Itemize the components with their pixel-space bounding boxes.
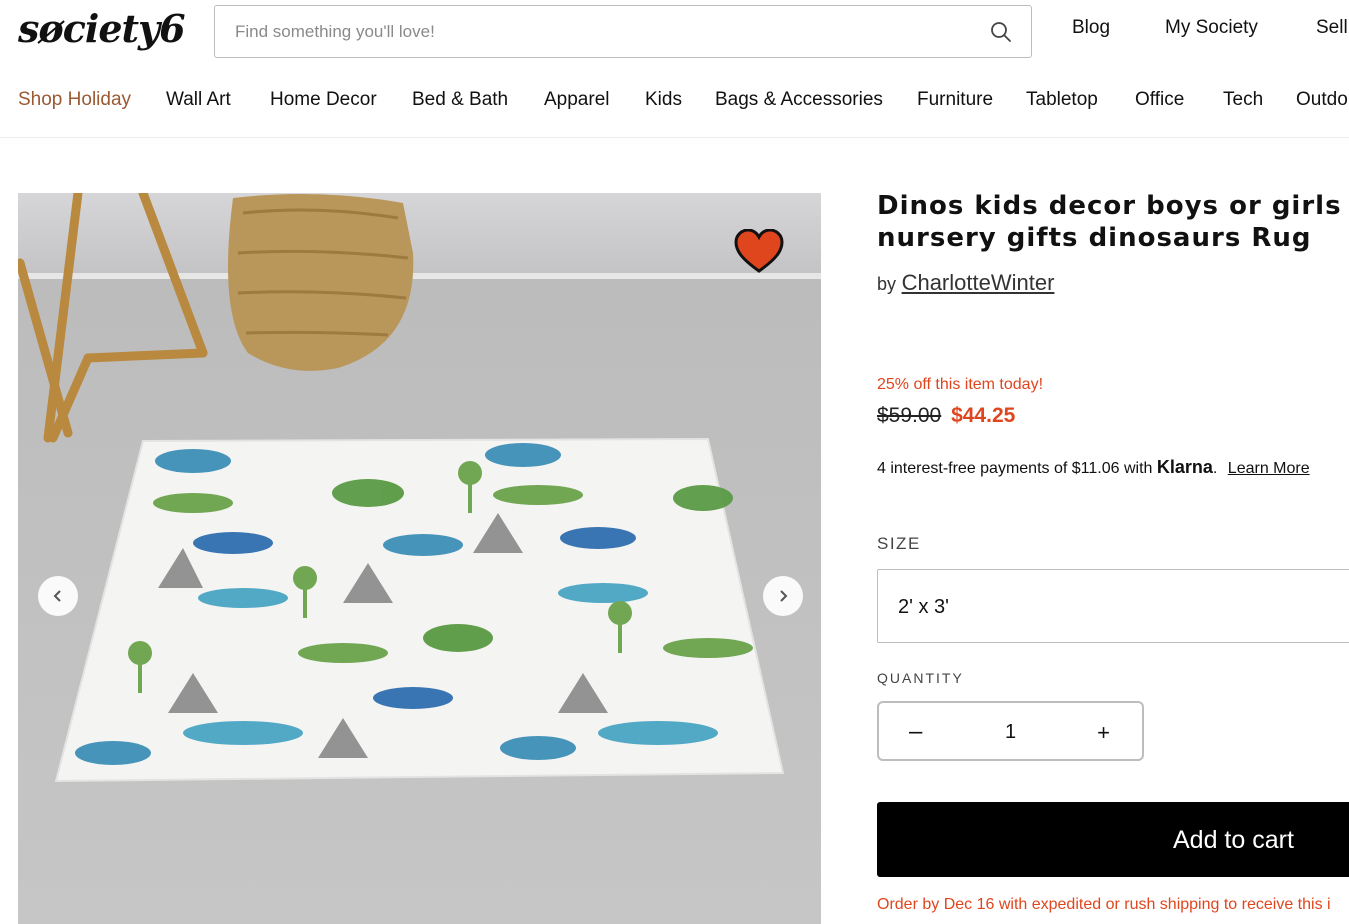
price-block: $59.00 $44.25 (877, 404, 1015, 428)
nav-item-home-decor[interactable]: Home Decor (270, 89, 377, 111)
artist-link[interactable]: CharlotteWinter (902, 270, 1055, 295)
product-image-gallery[interactable] (18, 193, 821, 924)
nav-item-tabletop[interactable]: Tabletop (1026, 89, 1098, 111)
site-logo[interactable]: søciety6 (18, 6, 186, 51)
by-label: by (877, 274, 897, 294)
quantity-stepper: – 1 + (877, 701, 1144, 761)
size-label: SIZE (877, 534, 921, 553)
chevron-left-icon (53, 590, 61, 602)
search-icon[interactable] (989, 20, 1013, 44)
klarna-text: 4 interest-free payments of $11.06 with (877, 460, 1153, 477)
category-nav: Shop Holiday Wall Art Home Decor Bed & B… (0, 62, 1349, 138)
klarna-payments: 4 interest-free payments of $11.06 with … (877, 457, 1310, 478)
product-title-line-1: Dinos kids decor boys or girls roon (877, 191, 1349, 221)
nav-item-kids[interactable]: Kids (645, 89, 682, 111)
size-select[interactable]: 2' x 3' (877, 569, 1349, 643)
my-society-link[interactable]: My Society (1165, 17, 1258, 39)
add-to-cart-button[interactable]: Add to cart (877, 802, 1349, 877)
next-image-button[interactable] (763, 576, 803, 616)
search-input[interactable] (235, 20, 935, 44)
learn-more-link[interactable]: Learn More (1228, 460, 1310, 477)
nav-item-apparel[interactable]: Apparel (544, 89, 610, 111)
quantity-label: QUANTITY (877, 670, 964, 686)
size-value: 2' x 3' (898, 596, 949, 618)
nav-item-bags-accessories[interactable]: Bags & Accessories (715, 89, 883, 111)
blog-link[interactable]: Blog (1072, 17, 1110, 39)
previous-image-button[interactable] (38, 576, 78, 616)
original-price: $59.00 (877, 404, 942, 427)
chevron-right-icon (780, 590, 788, 602)
nav-item-furniture[interactable]: Furniture (917, 89, 993, 111)
heart-icon[interactable] (734, 229, 784, 275)
nav-item-wall-art[interactable]: Wall Art (166, 89, 231, 111)
product-photo (18, 193, 821, 924)
nav-item-tech[interactable]: Tech (1223, 89, 1263, 111)
sell-link[interactable]: Sell (1316, 17, 1348, 39)
search-box[interactable] (214, 5, 1032, 58)
add-to-cart-label: Add to cart (1173, 826, 1294, 854)
nav-item-outdoor[interactable]: Outdo (1296, 89, 1348, 111)
product-title: Dinos kids decor boys or girls roon nurs… (877, 190, 1349, 254)
quantity-increase-button[interactable]: + (1097, 720, 1110, 746)
klarna-brand: Klarna (1156, 457, 1213, 477)
sale-price: $44.25 (951, 404, 1016, 427)
artist-byline: by CharlotteWinter (877, 270, 1054, 296)
klarna-period: . (1212, 460, 1218, 477)
product-title-line-2: nursery gifts dinosaurs Rug (877, 223, 1312, 253)
shipping-note: Order by Dec 16 with expedited or rush s… (877, 896, 1331, 913)
promo-text: 25% off this item today! (877, 376, 1044, 393)
nav-item-office[interactable]: Office (1135, 89, 1184, 111)
site-header: søciety6 Blog My Society Sell (0, 0, 1349, 62)
nav-item-shop-holiday[interactable]: Shop Holiday (18, 89, 131, 111)
nav-item-bed-bath[interactable]: Bed & Bath (412, 89, 508, 111)
